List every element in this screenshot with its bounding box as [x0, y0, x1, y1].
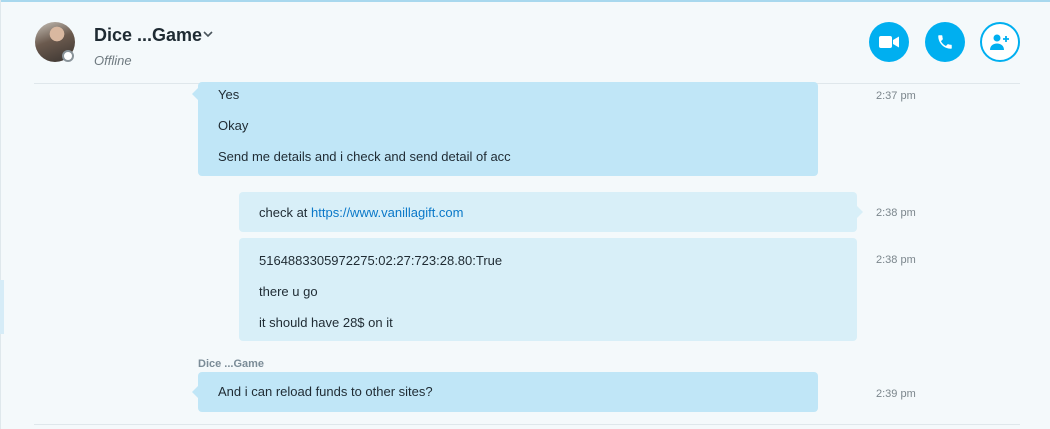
bubble-tail	[192, 386, 198, 398]
audio-call-button[interactable]	[925, 22, 965, 62]
message-text: And i can reload funds to other sites?	[218, 384, 433, 399]
message-bubble-incoming[interactable]: And i can reload funds to other sites?	[198, 372, 818, 412]
bubble-tail	[192, 88, 198, 100]
chevron-down-icon[interactable]	[202, 28, 214, 40]
message-text: Yes	[218, 87, 240, 102]
message-bubble-outgoing[interactable]: 5164883305972275:02:27:723:28.80:True th…	[239, 238, 857, 341]
contact-status: Offline	[94, 53, 132, 68]
add-person-icon	[990, 34, 1009, 50]
message-text: Send me details and i check and send det…	[218, 149, 511, 164]
message-text: it should have 28$ on it	[259, 315, 393, 330]
bubble-tail	[857, 206, 863, 218]
message-timestamp: 2:38 pm	[876, 207, 916, 219]
conversation-header: Dice ...Game Offline	[0, 2, 1050, 84]
message-bubble-outgoing[interactable]: check at https://www.vanillagift.com	[239, 192, 857, 232]
sender-name: Dice ...Game	[198, 358, 265, 370]
message-text: check at https://www.vanillagift.com	[259, 205, 463, 220]
composer-divider	[34, 424, 1020, 425]
phone-icon	[938, 35, 952, 49]
message-prefix: check at	[259, 205, 312, 220]
message-link[interactable]: https://www.vanillagift.com	[311, 205, 463, 220]
video-call-button[interactable]	[869, 22, 909, 62]
message-bubble-incoming[interactable]: Yes Okay Send me details and i check and…	[198, 82, 818, 176]
scroll-indicator[interactable]	[0, 280, 4, 334]
avatar[interactable]	[35, 22, 75, 62]
message-text: Okay	[218, 118, 249, 133]
contact-name[interactable]: Dice ...Game	[94, 25, 202, 46]
video-camera-icon	[879, 36, 899, 48]
add-people-button[interactable]	[980, 22, 1020, 62]
message-timestamp: 2:39 pm	[876, 388, 916, 400]
message-text: 5164883305972275:02:27:723:28.80:True	[259, 253, 503, 268]
presence-offline-icon	[62, 50, 74, 62]
message-timestamp: 2:38 pm	[876, 254, 916, 266]
message-text: there u go	[259, 284, 318, 299]
message-timestamp: 2:37 pm	[876, 90, 916, 102]
